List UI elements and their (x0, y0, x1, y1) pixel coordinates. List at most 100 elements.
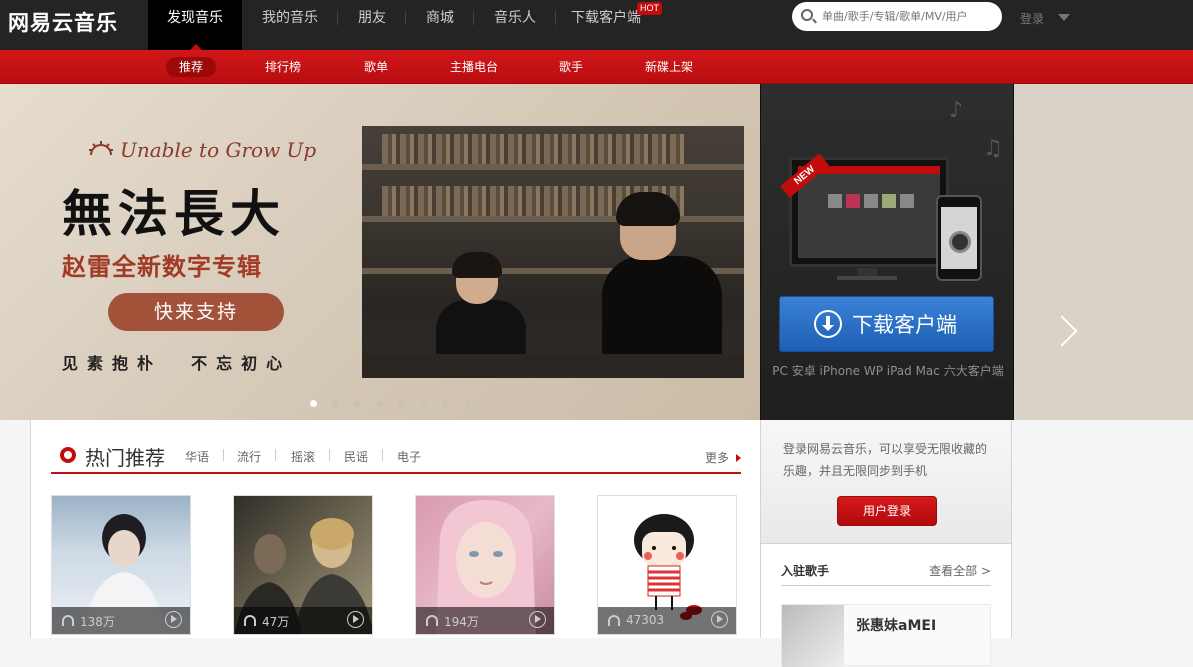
nav-musician[interactable]: 音乐人 (474, 0, 556, 50)
play-count: 47303 (626, 613, 665, 627)
singer-name: 张惠妹aMEI (856, 618, 937, 634)
play-icon[interactable] (711, 611, 728, 628)
more-link[interactable]: 更多 (705, 449, 729, 466)
carousel-dot[interactable] (442, 400, 449, 407)
subnav-playlists[interactable]: 歌单 (351, 57, 401, 77)
search-input[interactable] (822, 7, 994, 26)
nav-download-client[interactable]: 下载客户端 HOT (556, 0, 662, 50)
tag-separator (329, 449, 330, 461)
user-login-button[interactable]: 用户登录 (837, 496, 937, 526)
support-button[interactable]: 快来支持 (108, 293, 284, 331)
play-count: 47万 (262, 615, 290, 629)
carousel-dots (310, 400, 471, 407)
section-title[interactable]: 热门推荐 (85, 442, 165, 471)
album-title: 無法長大 (62, 184, 286, 243)
download-platforms: PC 安卓 iPhone WP iPad Mac 六大客户端 (772, 364, 1004, 378)
carousel-dot[interactable] (376, 400, 383, 407)
singers-header: 入驻歌手 查看全部 > (781, 562, 991, 586)
headphone-icon (62, 615, 74, 626)
sub-nav: 推荐 排行榜 歌单 主播电台 歌手 新碟上架 (0, 50, 1193, 84)
ring-icon (60, 447, 76, 463)
mobile-client-illustration (936, 195, 982, 281)
tag-rock[interactable]: 摇滚 (291, 448, 315, 465)
subnav-new-albums[interactable]: 新碟上架 (632, 57, 706, 77)
search-icon (801, 9, 813, 21)
headphone-icon (426, 615, 438, 626)
arrow-right-icon (736, 454, 741, 462)
download-button-label: 下载客户端 (852, 313, 957, 337)
play-count: 194万 (444, 615, 479, 629)
carousel-dot[interactable] (420, 400, 427, 407)
music-note-icon: ♫ (983, 136, 1003, 161)
card-meta: 138万 (52, 607, 190, 634)
play-icon[interactable] (529, 611, 546, 628)
download-client-button[interactable]: 下载客户端 (779, 296, 994, 352)
subnav-radio[interactable]: 主播电台 (437, 57, 511, 77)
tag-electronic[interactable]: 电子 (397, 448, 421, 465)
nav-friends-label: 朋友 (358, 10, 386, 26)
play-icon[interactable] (165, 611, 182, 628)
logo[interactable]: 网易云音乐 (8, 7, 118, 37)
login-link[interactable]: 登录 (1020, 10, 1044, 27)
subnav-recommend[interactable]: 推荐 (166, 57, 217, 77)
download-panel: ♪ ♫ NEW 下载客户端 PC 安卓 iPhone WP iPad Mac 六… (760, 84, 1014, 420)
nav-my-music-label: 我的音乐 (262, 10, 318, 26)
album-english-title: Unable to Grow Up (120, 138, 317, 162)
tag-separator (275, 449, 276, 461)
nav-musician-label: 音乐人 (494, 10, 536, 26)
music-note-icon: ♪ (949, 98, 964, 123)
singer-item[interactable]: 张惠妹aMEI (781, 604, 991, 667)
banner-poster[interactable]: Unable to Grow Up 無法長大 赵雷全新数字专辑 快来支持 见素抱… (0, 84, 760, 420)
sidebar: 登录网易云音乐，可以享受无限收藏的乐趣，并且无限同步到手机 用户登录 入驻歌手 … (760, 420, 1012, 667)
tag-pop[interactable]: 流行 (237, 448, 261, 465)
banner-carousel: Unable to Grow Up 無法長大 赵雷全新数字专辑 快来支持 见素抱… (0, 84, 1193, 420)
nav-discover[interactable]: 发现音乐 (148, 0, 242, 50)
card-meta: 194万 (416, 607, 554, 634)
play-count: 138万 (80, 615, 115, 629)
photo-table (362, 354, 744, 378)
top-bar: 网易云音乐 发现音乐 我的音乐 朋友 商城 音乐人 下载客户端HOT 登录 (0, 0, 1193, 50)
carousel-dot[interactable] (398, 400, 405, 407)
carousel-dot[interactable] (464, 400, 471, 407)
singers-title: 入驻歌手 (781, 564, 830, 578)
album-photo (362, 126, 744, 378)
album-subtitle: 赵雷全新数字专辑 (62, 253, 262, 281)
nav-store[interactable]: 商城 (406, 0, 474, 50)
playlist-card[interactable]: 138万 (51, 495, 191, 635)
tag-chinese[interactable]: 华语 (185, 448, 209, 465)
main-nav: 发现音乐 我的音乐 朋友 商城 音乐人 下载客户端 HOT (148, 0, 662, 50)
nav-store-label: 商城 (426, 10, 454, 26)
login-prompt: 登录网易云音乐，可以享受无限收藏的乐趣，并且无限同步到手机 (783, 442, 988, 478)
card-meta: 47万 (234, 607, 372, 634)
photo-books (382, 134, 684, 164)
play-icon[interactable] (347, 611, 364, 628)
playlist-card[interactable]: 47万 (233, 495, 373, 635)
playlist-card[interactable]: 194万 (415, 495, 555, 635)
login-box: 登录网易云音乐，可以享受无限收藏的乐趣，并且无限同步到手机 用户登录 (761, 420, 1011, 544)
playlist-cards: 138万 47万 194万 47303 (51, 495, 737, 635)
carousel-dot[interactable] (332, 400, 339, 407)
carousel-dot[interactable] (354, 400, 361, 407)
view-all-link[interactable]: 查看全部 > (929, 562, 991, 579)
subnav-artists[interactable]: 歌手 (546, 57, 596, 77)
search-box[interactable] (792, 2, 1002, 31)
hot-badge: HOT (637, 2, 662, 15)
tag-folk[interactable]: 民谣 (344, 448, 368, 465)
download-icon (814, 310, 842, 338)
tag-separator (382, 449, 383, 461)
nav-discover-label: 发现音乐 (167, 10, 223, 26)
nav-friends[interactable]: 朋友 (338, 0, 406, 50)
album-slogan: 见素抱朴 不忘初心 (62, 354, 292, 373)
caret-down-icon[interactable] (1058, 14, 1070, 21)
carousel-dot[interactable] (310, 400, 317, 407)
chevron-right-icon[interactable] (1049, 314, 1075, 352)
photo-shelf (362, 164, 744, 170)
subnav-charts[interactable]: 排行榜 (252, 57, 314, 77)
avatar (782, 605, 844, 667)
monitor-base (837, 276, 897, 280)
tag-separator (223, 449, 224, 461)
sun-icon (89, 141, 113, 156)
playlist-card[interactable]: 47303 (597, 495, 737, 635)
nav-my-music[interactable]: 我的音乐 (242, 0, 338, 50)
headphone-icon (608, 615, 620, 626)
